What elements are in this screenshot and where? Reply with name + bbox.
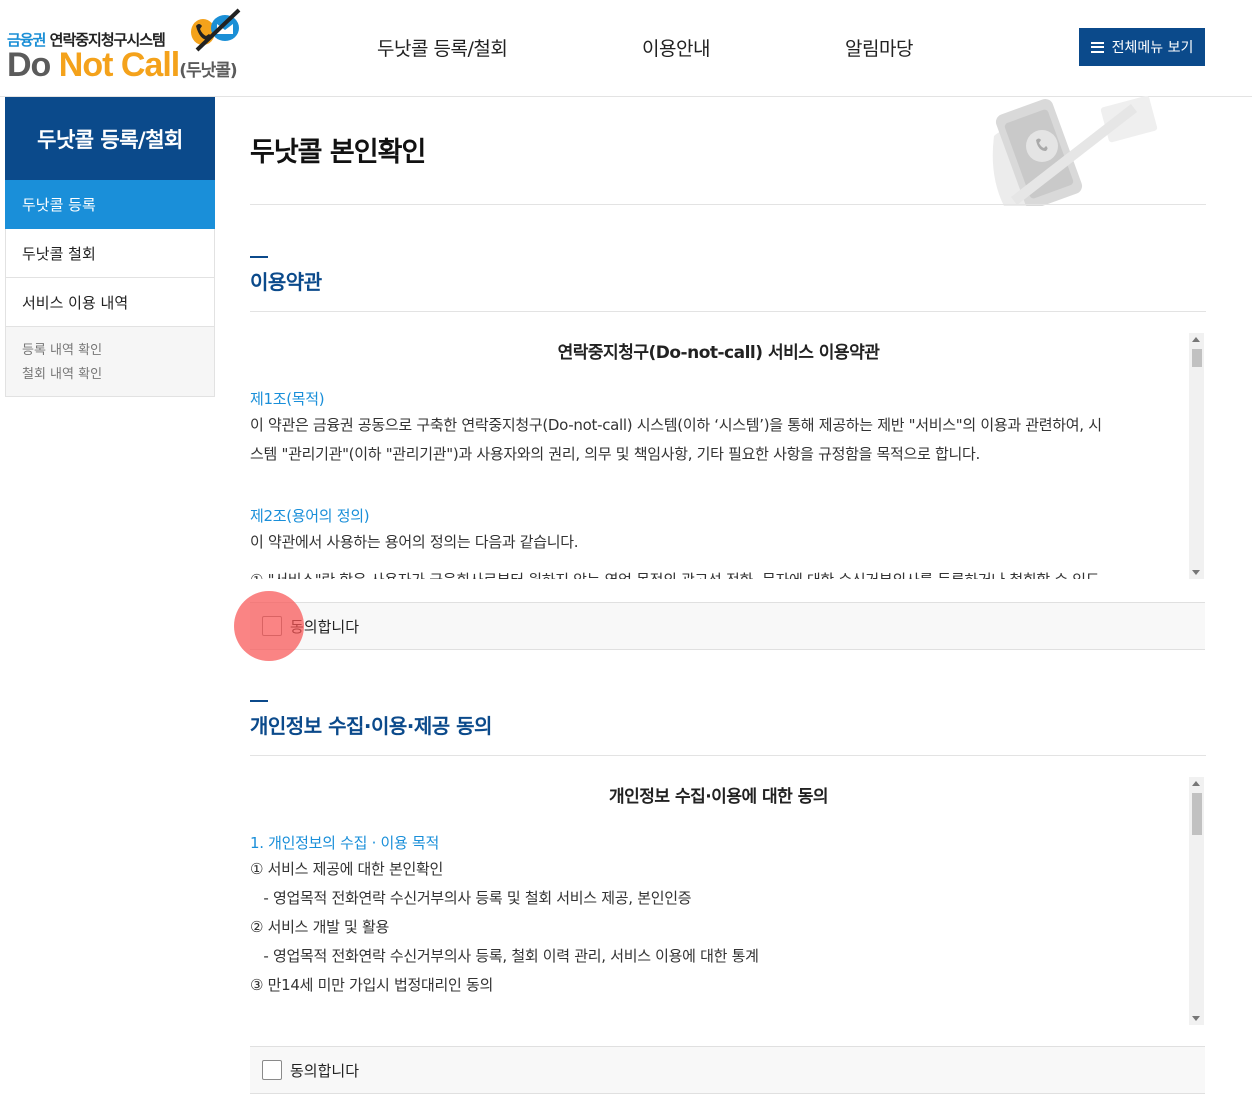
section-divider bbox=[250, 311, 1206, 312]
phone-hand-illustration bbox=[992, 96, 1158, 206]
privacy-scrollbar[interactable] bbox=[1189, 777, 1204, 1025]
sidebar: 두낫콜 등록/철회 두낫콜 등록 두낫콜 철회 서비스 이용 내역 등록 내역 … bbox=[5, 97, 215, 397]
privacy-line: ① 서비스 제공에 대한 본인확인 bbox=[250, 860, 444, 878]
terms-section-title: 이용약관 bbox=[250, 270, 322, 294]
article2-text-line2: ① "서비스"란 함은 사용자가 금융회사로부터 원하지 않는 영업 목적의 광… bbox=[250, 566, 1100, 579]
all-menu-button[interactable]: 전체메뉴 보기 bbox=[1079, 28, 1205, 66]
scroll-up-arrow-icon[interactable] bbox=[1192, 781, 1200, 786]
terms-scroll-box[interactable]: 연락중지청구(Do-not-call) 서비스 이용약관 제1조(목적) 이 약… bbox=[250, 333, 1205, 579]
article1-title: 제1조(목적) bbox=[250, 390, 325, 408]
privacy-item1-title: 1. 개인정보의 수집 · 이용 목적 bbox=[250, 834, 440, 852]
sidebar-item-history[interactable]: 서비스 이용 내역 bbox=[5, 278, 215, 327]
article2-text-line1: 이 약관에서 사용하는 용어의 정의는 다음과 같습니다. bbox=[250, 533, 579, 551]
hamburger-icon bbox=[1090, 41, 1104, 53]
scroll-up-arrow-icon[interactable] bbox=[1192, 337, 1200, 342]
terms-heading: 연락중지청구(Do-not-call) 서비스 이용약관 bbox=[557, 343, 880, 363]
scroll-down-arrow-icon[interactable] bbox=[1192, 1016, 1200, 1021]
sidebar-item-withdraw[interactable]: 두낫콜 철회 bbox=[5, 229, 215, 278]
sidebar-sub-item-register-history[interactable]: 등록 내역 확인 bbox=[22, 339, 214, 363]
privacy-line: ③ 만14세 미만 가입시 법정대리인 동의 bbox=[250, 976, 493, 994]
article2-title: 제2조(용어의 정의) bbox=[250, 507, 370, 525]
sidebar-title: 두낫콜 등록/철회 bbox=[5, 97, 215, 180]
privacy-agree-checkbox[interactable] bbox=[262, 1060, 282, 1080]
privacy-line: ② 서비스 개발 및 활용 bbox=[250, 918, 390, 936]
sidebar-sub-menu: 등록 내역 확인 철회 내역 확인 bbox=[5, 327, 215, 397]
nav-item-notice[interactable]: 알림마당 bbox=[845, 34, 913, 61]
terms-agree-label[interactable]: 동의합니다 bbox=[290, 616, 359, 637]
no-call-icon bbox=[191, 8, 241, 52]
site-header: 금융권 연락중지청구시스템 Do Not Call(두낫콜) 두낫콜 등록/철회… bbox=[0, 0, 1252, 97]
terms-agree-checkbox[interactable] bbox=[262, 616, 282, 636]
nav-item-guide[interactable]: 이용안내 bbox=[642, 34, 710, 61]
scroll-thumb[interactable] bbox=[1192, 793, 1202, 835]
article1-text-line2: 스템 "관리기관"(이하 "관리기관")과 사용자와의 권리, 의무 및 책임사… bbox=[250, 445, 980, 463]
article1-text-line1: 이 약관은 금융권 공동으로 구축한 연락중지청구(Do-not-call) 시… bbox=[250, 416, 1102, 434]
scroll-thumb[interactable] bbox=[1192, 349, 1202, 367]
privacy-agree-bar: 동의합니다 bbox=[250, 1046, 1205, 1094]
site-logo[interactable]: 금융권 연락중지청구시스템 Do Not Call(두낫콜) bbox=[7, 8, 247, 88]
section-marker bbox=[250, 700, 268, 702]
privacy-section-title: 개인정보 수집·이용·제공 동의 bbox=[250, 714, 492, 738]
terms-agree-bar: 동의합니다 bbox=[250, 602, 1205, 650]
privacy-agree-label[interactable]: 동의합니다 bbox=[290, 1060, 359, 1081]
nav-item-register[interactable]: 두낫콜 등록/철회 bbox=[377, 34, 508, 61]
privacy-heading: 개인정보 수집·이용에 대한 동의 bbox=[608, 787, 829, 807]
section-marker bbox=[250, 256, 268, 258]
terms-scrollbar[interactable] bbox=[1189, 333, 1204, 579]
title-divider bbox=[250, 204, 1206, 205]
sidebar-sub-item-withdraw-history[interactable]: 철회 내역 확인 bbox=[22, 363, 214, 387]
page-title: 두낫콜 본인확인 bbox=[250, 137, 426, 168]
section-divider bbox=[250, 755, 1206, 756]
privacy-scroll-box[interactable]: 개인정보 수집·이용에 대한 동의 1. 개인정보의 수집 · 이용 목적 ① … bbox=[250, 777, 1205, 1025]
privacy-line: - 영업목적 전화연락 수신거부의사 등록 및 철회 서비스 제공, 본인인증 bbox=[250, 889, 692, 907]
privacy-line: - 영업목적 전화연락 수신거부의사 등록, 철회 이력 관리, 서비스 이용에… bbox=[250, 947, 759, 965]
scroll-down-arrow-icon[interactable] bbox=[1192, 570, 1200, 575]
sidebar-item-register[interactable]: 두낫콜 등록 bbox=[5, 180, 215, 229]
